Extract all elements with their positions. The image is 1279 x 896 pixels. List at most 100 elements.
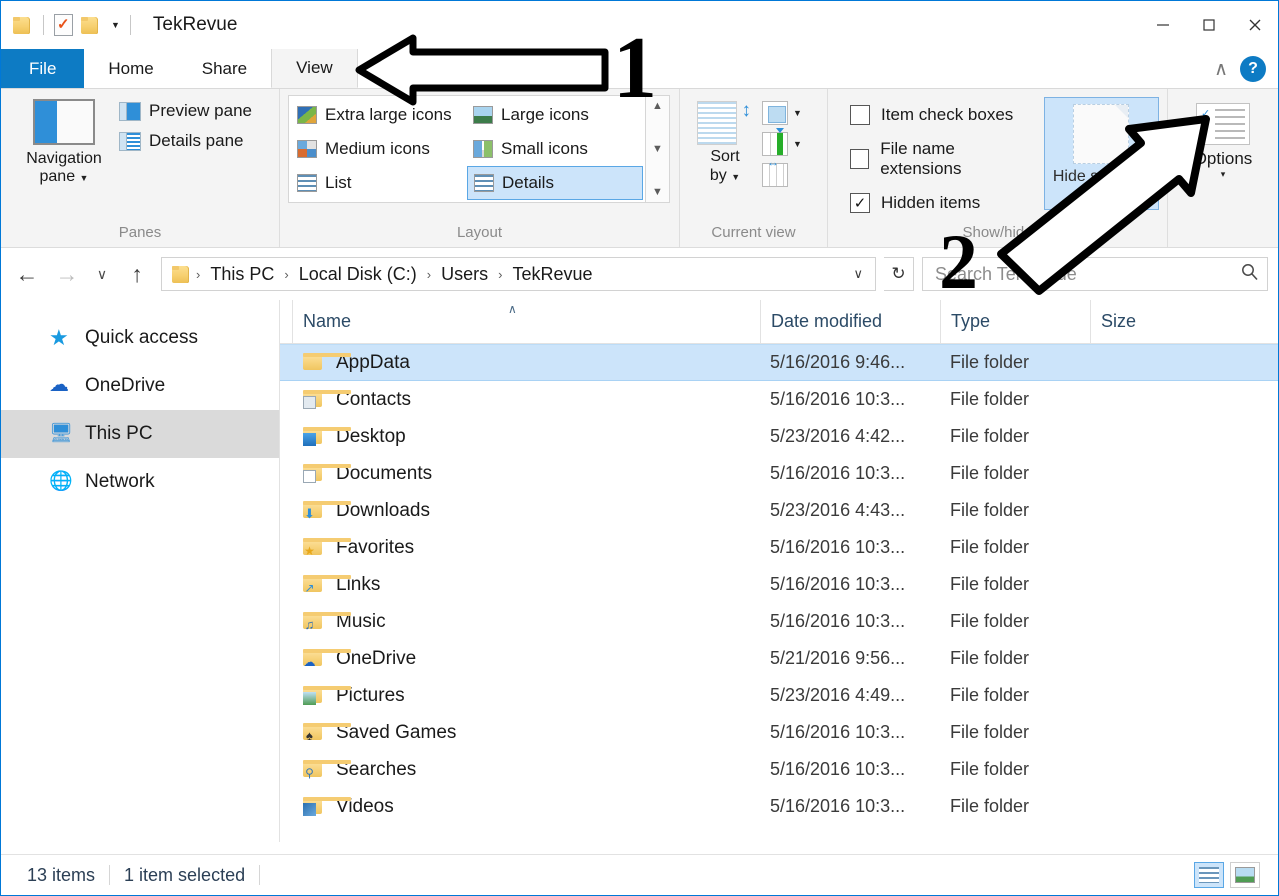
- tab-home[interactable]: Home: [84, 49, 177, 88]
- file-date: 5/23/2016 4:42...: [760, 426, 940, 447]
- layout-medium-icons[interactable]: Medium icons: [291, 132, 467, 166]
- view-toggle-group: [1194, 862, 1266, 888]
- collapse-ribbon-icon[interactable]: ∧: [1214, 58, 1228, 81]
- breadcrumb-tekrevue[interactable]: TekRevue: [506, 264, 598, 285]
- layout-group-label: Layout: [280, 224, 679, 245]
- layout-extra-large-icons[interactable]: Extra large icons: [291, 98, 467, 132]
- column-header-size[interactable]: Size: [1090, 300, 1238, 344]
- refresh-button[interactable]: ↻: [884, 257, 914, 291]
- status-bar: 13 items 1 item selected: [1, 854, 1278, 895]
- hidden-items-row[interactable]: ✓ Hidden items: [850, 193, 1034, 213]
- ribbon-group-panes: Navigation pane ▼ Preview pane Details p…: [1, 89, 280, 247]
- search-icon[interactable]: [1240, 262, 1259, 286]
- table-row[interactable]: AppData 5/16/2016 9:46... File folder: [280, 344, 1278, 381]
- hidden-items-checkbox[interactable]: ✓: [850, 193, 870, 213]
- tab-file[interactable]: File: [1, 49, 84, 88]
- layout-gallery: Extra large icons Large icons Medium ico…: [288, 95, 646, 203]
- tab-share[interactable]: Share: [178, 49, 271, 88]
- sidebar-item-quick-access[interactable]: ★ Quick access: [1, 314, 279, 362]
- properties-icon[interactable]: [54, 14, 73, 36]
- layout-details[interactable]: Details: [467, 166, 643, 200]
- size-all-columns-button[interactable]: [762, 163, 802, 187]
- table-row[interactable]: ★Favorites 5/16/2016 10:3... File folder: [280, 529, 1278, 566]
- large-icons-view-toggle[interactable]: [1230, 862, 1260, 888]
- preview-pane-button[interactable]: Preview pane: [119, 101, 252, 121]
- folder-icon: [170, 265, 192, 284]
- sidebar-item-onedrive[interactable]: ☁ OneDrive: [1, 362, 279, 410]
- file-type: File folder: [940, 389, 1090, 410]
- item-check-boxes-row[interactable]: Item check boxes: [850, 105, 1034, 125]
- folder-icon: [302, 353, 324, 372]
- sidebar-item-network[interactable]: 🌐 Network: [1, 458, 279, 506]
- search-input[interactable]: Search TekRevue: [935, 264, 1240, 285]
- table-row[interactable]: Contacts 5/16/2016 10:3... File folder: [280, 381, 1278, 418]
- sidebar-item-label: This PC: [85, 423, 153, 445]
- table-row[interactable]: Desktop 5/23/2016 4:42... File folder: [280, 418, 1278, 455]
- file-list-pane: ∧ Name Date modified Type Size AppData 5…: [280, 300, 1278, 842]
- back-button[interactable]: ←: [11, 258, 43, 290]
- table-row[interactable]: Documents 5/16/2016 10:3... File folder: [280, 455, 1278, 492]
- sort-by-icon: ↕: [697, 99, 753, 147]
- chevron-down-icon[interactable]: ▾: [1221, 169, 1226, 180]
- breadcrumb[interactable]: › This PC › Local Disk (C:) › Users › Te…: [161, 257, 876, 291]
- item-check-boxes-checkbox[interactable]: [850, 105, 870, 125]
- up-button[interactable]: ↑: [121, 258, 153, 290]
- chevron-down-icon[interactable]: ▼: [793, 108, 802, 118]
- details-pane-button[interactable]: Details pane: [119, 131, 252, 151]
- sort-by-button[interactable]: ↕ Sort by ▼: [688, 95, 762, 185]
- column-header-name[interactable]: Name: [292, 300, 760, 344]
- breadcrumb-users[interactable]: Users: [435, 264, 494, 285]
- table-row[interactable]: Videos 5/16/2016 10:3... File folder: [280, 788, 1278, 825]
- help-icon[interactable]: ?: [1240, 56, 1266, 82]
- table-row[interactable]: ⚲Searches 5/16/2016 10:3... File folder: [280, 751, 1278, 788]
- tab-view[interactable]: View: [271, 49, 358, 88]
- chevron-down-icon[interactable]: ▼: [80, 173, 89, 183]
- table-row[interactable]: Pictures 5/23/2016 4:49... File folder: [280, 677, 1278, 714]
- file-type: File folder: [940, 574, 1090, 595]
- breadcrumb-separator: ›: [194, 267, 202, 282]
- new-folder-icon[interactable]: [79, 16, 101, 35]
- scroll-more-icon[interactable]: ▼: [652, 186, 663, 198]
- scroll-down-icon[interactable]: ▼: [652, 143, 663, 155]
- layout-list[interactable]: List: [291, 166, 467, 200]
- sort-indicator-icon: ∧: [508, 302, 517, 316]
- close-button[interactable]: [1232, 1, 1278, 49]
- layout-small-icons[interactable]: Small icons: [467, 132, 643, 166]
- details-view-toggle[interactable]: [1194, 862, 1224, 888]
- add-columns-button[interactable]: ▼: [762, 132, 802, 156]
- table-row[interactable]: ↗Links 5/16/2016 10:3... File folder: [280, 566, 1278, 603]
- show-hide-checkboxes: Item check boxes File name extensions ✓ …: [836, 95, 1044, 213]
- desktop-folder-icon: [302, 427, 324, 446]
- group-by-button[interactable]: ▼: [762, 101, 802, 125]
- file-name-extensions-row[interactable]: File name extensions: [850, 139, 1034, 179]
- column-header-type[interactable]: Type: [940, 300, 1090, 344]
- large-icons-icon: [473, 106, 493, 124]
- hide-selected-items-button[interactable]: Hide selected items: [1044, 97, 1159, 210]
- minimize-button[interactable]: [1140, 1, 1186, 49]
- column-header-date-modified[interactable]: Date modified: [760, 300, 940, 344]
- options-label: Options: [1194, 149, 1253, 169]
- options-button[interactable]: ✓✓ Options ▾: [1176, 95, 1270, 180]
- file-type: File folder: [940, 759, 1090, 780]
- qat-divider-2: [130, 15, 131, 35]
- chevron-down-icon[interactable]: ∨: [845, 266, 871, 282]
- folder-icon[interactable]: [11, 16, 33, 35]
- maximize-button[interactable]: [1186, 1, 1232, 49]
- table-row[interactable]: ☁OneDrive 5/21/2016 9:56... File folder: [280, 640, 1278, 677]
- breadcrumb-local-disk[interactable]: Local Disk (C:): [293, 264, 423, 285]
- chevron-down-icon[interactable]: ▼: [793, 139, 802, 149]
- navigation-pane-label-1: Navigation: [26, 150, 102, 167]
- file-name-extensions-label: File name extensions: [880, 139, 1034, 179]
- breadcrumb-this-pc[interactable]: This PC: [204, 264, 280, 285]
- navigation-pane-button[interactable]: Navigation pane ▼: [9, 95, 119, 187]
- forward-button[interactable]: →: [51, 258, 83, 290]
- chevron-down-icon[interactable]: ▼: [731, 172, 740, 182]
- table-row[interactable]: ⬇Downloads 5/23/2016 4:43... File folder: [280, 492, 1278, 529]
- main-area: ★ Quick access ☁ OneDrive 🖥 This PC 🌐 Ne…: [1, 300, 1278, 842]
- file-name-extensions-checkbox[interactable]: [850, 149, 869, 169]
- recent-locations-button[interactable]: ∨: [91, 258, 113, 290]
- sidebar-item-this-pc[interactable]: 🖥 This PC: [1, 410, 279, 458]
- table-row[interactable]: ♫Music 5/16/2016 10:3... File folder: [280, 603, 1278, 640]
- chevron-down-icon[interactable]: ▼: [111, 21, 120, 30]
- table-row[interactable]: ♠Saved Games 5/16/2016 10:3... File fold…: [280, 714, 1278, 751]
